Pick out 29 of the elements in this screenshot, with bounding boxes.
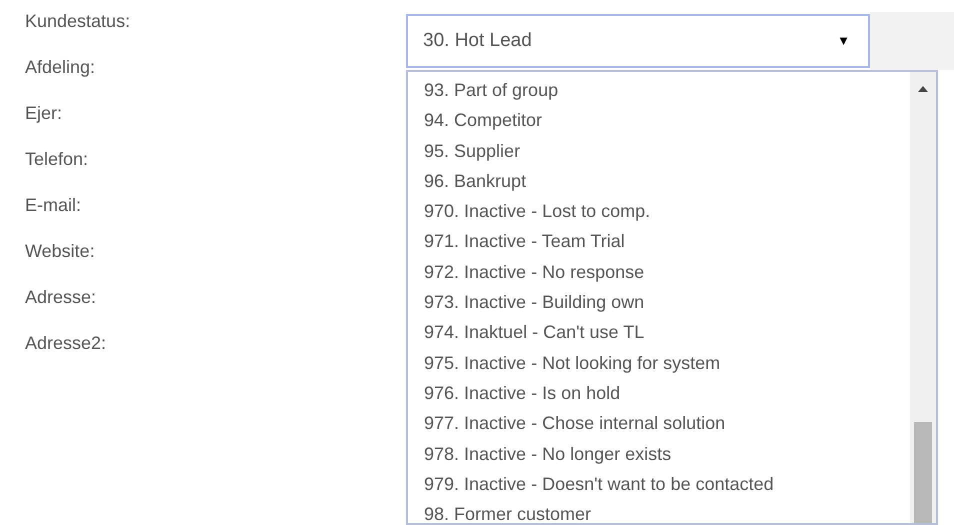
dropdown-option[interactable]: 93. Part of group <box>424 75 558 106</box>
field-label: Adresse2: <box>25 332 108 355</box>
field-label: Kundestatus: <box>25 10 130 33</box>
field-label: Telefon: <box>25 148 90 171</box>
field-label: Adresse: <box>25 286 98 309</box>
dropdown-option[interactable]: 978. Inactive - No longer exists <box>424 438 672 469</box>
dropdown-option[interactable]: 970. Inactive - Lost to comp. <box>424 196 650 226</box>
dropdown-option[interactable]: 979. Inactive - Doesn't want to be contacted <box>424 468 774 500</box>
dropdown-option[interactable]: 98. Former customer <box>424 499 592 523</box>
dropdown-option[interactable]: 94. Competitor <box>424 105 542 136</box>
dropdown-option[interactable]: 976. Inactive - Is on hold <box>424 378 620 408</box>
dropdown-option[interactable]: 977. Inactive - Chose internal solution <box>424 408 726 439</box>
selected-value: 30. Hot Lead <box>423 28 532 53</box>
dropdown-option[interactable]: 971. Inactive - Team Trial <box>424 226 625 257</box>
status-select[interactable]: 30. Hot Lead ▼ <box>406 14 870 68</box>
field-label: Ejer: <box>25 102 64 125</box>
dropdown-option[interactable]: 95. Supplier <box>424 136 520 166</box>
field-label: Afdeling: <box>25 56 96 79</box>
field-label: E-mail: <box>25 194 82 217</box>
field-label: Website: <box>25 240 96 263</box>
scrollbar[interactable] <box>910 72 936 523</box>
dropdown-option[interactable]: 96. Bankrupt <box>424 166 526 196</box>
dropdown-option[interactable]: 973. Inactive - Building own <box>424 287 644 318</box>
dropdown-arrow-icon: ▼ <box>837 31 850 51</box>
dropdown-option[interactable]: 974. Inaktuel - Can't use TL <box>424 317 644 348</box>
scroll-up-icon[interactable] <box>918 86 928 92</box>
scrollbar-thumb[interactable] <box>914 422 932 523</box>
dropdown-option[interactable]: 975. Inactive - Not looking for system <box>424 348 720 378</box>
dropdown-option[interactable]: 972. Inactive - No response <box>424 256 644 288</box>
